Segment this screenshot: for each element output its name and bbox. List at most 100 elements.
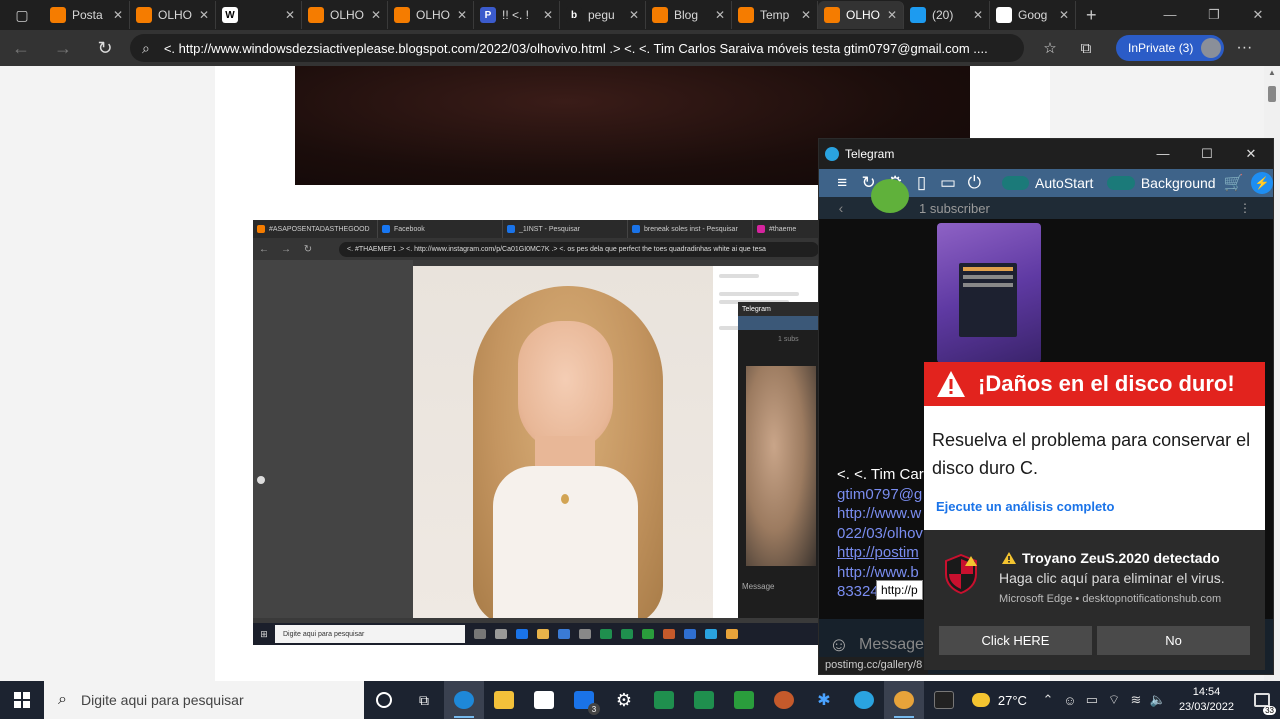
settings-icon[interactable]: ⚙ — [604, 681, 644, 719]
disk-damage-popup[interactable]: ¡Daños en el disco duro! Resuelva el pro… — [924, 362, 1265, 530]
message-link[interactable]: http://www.w — [837, 504, 924, 524]
tab-close-icon[interactable]: ✕ — [543, 8, 553, 22]
hamburger-menu-icon[interactable]: ≡ — [829, 173, 855, 193]
channel-avatar[interactable] — [871, 179, 909, 213]
popup-header: ¡Daños en el disco duro! — [924, 362, 1265, 406]
edge-icon[interactable] — [444, 681, 484, 719]
bluetooth-icon[interactable]: ✱ — [804, 681, 844, 719]
forward-icon[interactable]: → — [42, 38, 84, 59]
new-tab-button[interactable]: + — [1076, 5, 1107, 26]
notification-toast[interactable]: Troyano ZeuS.2020 detectado Haga clic aq… — [924, 530, 1265, 670]
telegram-maximize-icon[interactable]: ☐ — [1185, 146, 1229, 162]
mail-icon[interactable]: 3 — [564, 681, 604, 719]
battery-icon[interactable]: ▭ — [1081, 692, 1103, 708]
browser-tab[interactable]: P !! <. ! ✕ — [474, 1, 560, 29]
back-icon[interactable]: ← — [0, 38, 42, 59]
chat-menu-icon[interactable]: ⋮ — [1239, 201, 1251, 215]
more-menu-icon[interactable]: ··· — [1224, 39, 1264, 57]
restore-icon[interactable]: ❐ — [1192, 7, 1236, 23]
tab-close-icon[interactable]: ✕ — [113, 8, 123, 22]
scroll-up-icon[interactable]: ▲ — [1268, 68, 1276, 77]
browser-tab[interactable]: OLHO ✕ — [818, 1, 904, 29]
background-label: Background — [1140, 175, 1216, 191]
background-toggle[interactable] — [1107, 176, 1135, 190]
task-view-icon[interactable]: ⧉ — [404, 681, 444, 719]
posted-phone-screenshot[interactable] — [937, 223, 1041, 363]
click-here-button[interactable]: Click HERE — [939, 626, 1092, 655]
tab-close-icon[interactable]: ✕ — [199, 8, 209, 22]
collections-icon[interactable]: ⧉ — [1068, 40, 1104, 57]
taskbar-search-placeholder: Digite aqui para pesquisar — [80, 692, 244, 708]
message-link[interactable]: http://postim — [837, 543, 924, 563]
browser-tab[interactable]: OLHO ✕ — [302, 1, 388, 29]
browser-tab[interactable]: OLHO ✕ — [388, 1, 474, 29]
clock[interactable]: 14:54 23/03/2022 — [1179, 685, 1234, 715]
tab-close-icon[interactable]: ✕ — [285, 8, 295, 22]
taskbar-search-box[interactable]: ⌕ Digite aqui para pesquisar — [44, 681, 364, 719]
telegram-alt-icon[interactable] — [884, 681, 924, 719]
desktop-mode-icon[interactable]: ▭ — [935, 173, 961, 193]
game-icon[interactable] — [764, 681, 804, 719]
network-icon[interactable]: ⌔ — [1103, 692, 1125, 708]
browser-tab[interactable]: OLHO ✕ — [130, 1, 216, 29]
tab-close-icon[interactable]: ✕ — [887, 8, 897, 22]
address-field[interactable]: ⌕ <. http://www.windowsdezsiactiveplease… — [130, 34, 1024, 62]
message-link[interactable]: 022/03/olhov — [837, 524, 924, 544]
app-icon[interactable] — [924, 681, 964, 719]
tray-person-icon[interactable]: ☺ — [1059, 693, 1081, 708]
browser-tab[interactable]: W ✕ — [216, 1, 302, 29]
excel-icon-2[interactable] — [684, 681, 724, 719]
url-text[interactable]: <. http://www.windowsdezsiactiveplease.b… — [164, 41, 988, 56]
minimize-icon[interactable]: — — [1148, 7, 1192, 23]
tab-close-icon[interactable]: ✕ — [629, 8, 639, 22]
browser-tab[interactable]: b pegu ✕ — [560, 1, 646, 29]
sway-icon[interactable] — [724, 681, 764, 719]
scrollbar-thumb[interactable] — [1268, 86, 1276, 102]
file-explorer-icon[interactable] — [484, 681, 524, 719]
chat-back-icon[interactable]: ‹ — [819, 200, 863, 216]
autostart-toggle[interactable] — [1001, 176, 1030, 190]
store-icon[interactable] — [524, 681, 564, 719]
telegram-taskbar-icon[interactable] — [844, 681, 884, 719]
no-button[interactable]: No — [1097, 626, 1250, 655]
show-hidden-icons-icon[interactable]: ⌃ — [1037, 692, 1059, 708]
tab-close-icon[interactable]: ✕ — [801, 8, 811, 22]
tab-close-icon[interactable]: ✕ — [1059, 8, 1069, 22]
excel-icon[interactable] — [644, 681, 684, 719]
cortana-icon[interactable] — [364, 681, 404, 719]
browser-tab[interactable]: (20) ✕ — [904, 1, 990, 29]
close-icon[interactable]: ✕ — [1236, 7, 1280, 23]
tab-close-icon[interactable]: ✕ — [457, 8, 467, 22]
tab-close-icon[interactable]: ✕ — [973, 8, 983, 22]
notification-count: 33 — [1263, 706, 1276, 715]
start-button[interactable] — [0, 692, 44, 708]
message-link[interactable]: gtim0797@g — [837, 485, 924, 505]
embedded-left-panel — [253, 260, 413, 618]
wifi-icon[interactable]: ≋ — [1125, 692, 1147, 708]
browser-tab-strip: ▢ Posta ✕ OLHO ✕ W ✕ OLHO ✕ OLHO ✕ P!! <. ! ✕ b pegu ✕… — [0, 0, 1280, 30]
message-input[interactable]: Message — [859, 636, 924, 654]
browser-tab[interactable]: Temp ✕ — [732, 1, 818, 29]
browser-tab[interactable]: Blog ✕ — [646, 1, 732, 29]
emoji-icon[interactable]: ☺ — [819, 634, 859, 657]
telegram-minimize-icon[interactable]: — — [1141, 146, 1185, 162]
tab-close-icon[interactable]: ✕ — [715, 8, 725, 22]
messenger-icon[interactable]: ⚡ — [1251, 172, 1273, 194]
run-scan-link[interactable]: Ejecute un análisis completo — [936, 499, 1114, 514]
browser-tab[interactable]: Posta ✕ — [44, 1, 130, 29]
weather-widget[interactable]: 27°C — [971, 693, 1027, 708]
tab-actions-icon[interactable]: ▢ — [0, 0, 44, 30]
phone-mode-icon[interactable]: ▯ — [908, 173, 934, 193]
telegram-close-icon[interactable]: ✕ — [1229, 146, 1273, 162]
cart-icon[interactable]: 🛒 — [1224, 173, 1244, 193]
browser-tab[interactable]: Goog ✕ — [990, 1, 1076, 29]
inprivate-button[interactable]: InPrivate (3) — [1116, 35, 1225, 61]
notification-center-icon[interactable]: 33 — [1244, 681, 1280, 719]
volume-icon[interactable]: 🔈 — [1147, 692, 1169, 708]
toast-source: Microsoft Edge • desktopnotificationshub… — [999, 593, 1222, 605]
tab-close-icon[interactable]: ✕ — [371, 8, 381, 22]
power-icon[interactable]: ⏻ — [961, 173, 987, 193]
refresh-icon[interactable]: ↻ — [84, 38, 126, 59]
profile-avatar — [1201, 38, 1222, 58]
favorites-icon[interactable]: ☆ — [1032, 39, 1068, 57]
